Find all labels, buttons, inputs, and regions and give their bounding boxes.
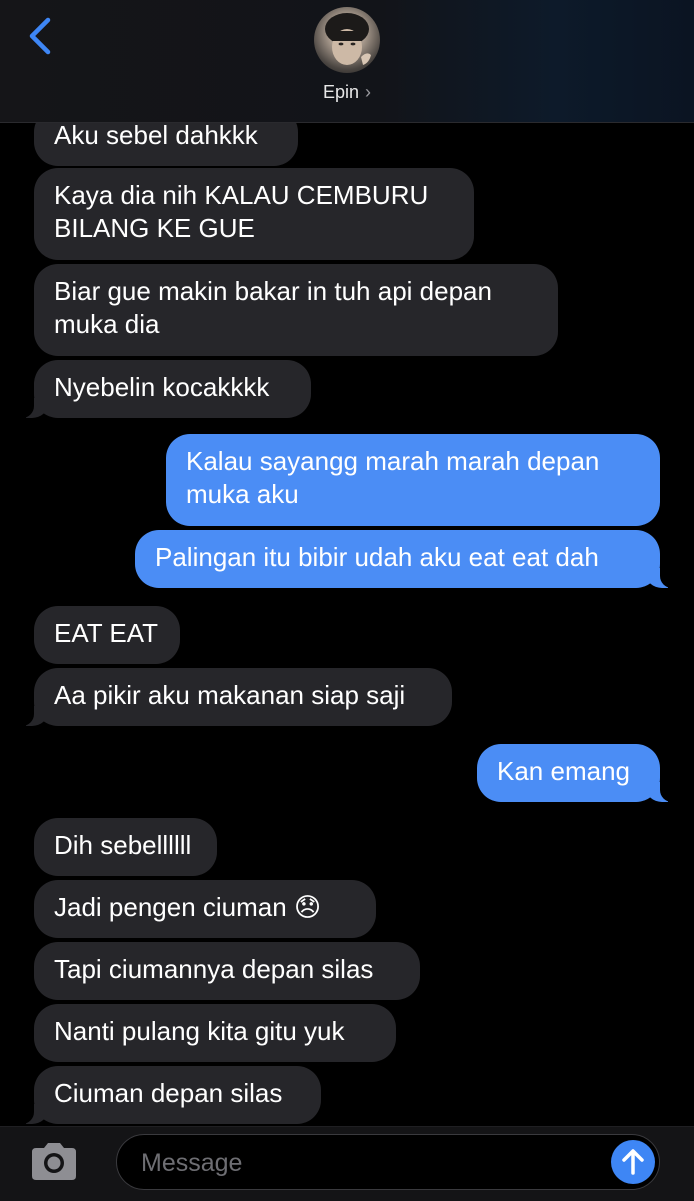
message-text: Nanti pulang kita gitu yuk xyxy=(54,1016,345,1046)
message-text: Jadi pengen ciuman 😞 xyxy=(54,892,322,922)
message-incoming[interactable]: Tapi ciumannya depan silas xyxy=(34,942,420,1000)
message-outgoing[interactable]: Palingan itu bibir udah aku eat eat dah xyxy=(135,530,682,588)
message-incoming[interactable]: Dih sebellllll xyxy=(34,818,217,876)
message-incoming[interactable]: Aa pikir aku makanan siap saji xyxy=(12,668,452,726)
avatar-photo xyxy=(325,13,371,65)
message-text: Aa pikir aku makanan siap saji xyxy=(54,680,406,710)
message-text: Dih sebellllll xyxy=(54,830,192,860)
send-button[interactable] xyxy=(611,1140,655,1184)
camera-button[interactable] xyxy=(28,1140,80,1182)
message-incoming[interactable]: Kaya dia nih KALAU CEMBURU BILANG KE GUE xyxy=(34,168,474,260)
message-text: Kan emang xyxy=(497,756,630,786)
message-text: EAT EAT xyxy=(54,618,159,648)
contact-name-button[interactable]: Epin › xyxy=(0,82,694,103)
chevron-right-icon: › xyxy=(365,82,372,102)
contact-name: Epin xyxy=(322,82,360,102)
message-incoming[interactable]: EAT EAT xyxy=(34,606,180,664)
message-incoming[interactable]: Jadi pengen ciuman 😞 xyxy=(34,880,376,938)
message-incoming[interactable]: Nanti pulang kita gitu yuk xyxy=(34,1004,396,1062)
arrow-up-icon xyxy=(622,1149,644,1175)
chevron-left-icon xyxy=(29,17,51,55)
message-incoming[interactable]: Nyebelin kocakkkk xyxy=(12,360,311,418)
message-input[interactable] xyxy=(139,1145,583,1181)
message-text: Palingan itu bibir udah aku eat eat dah xyxy=(155,542,599,572)
message-outgoing[interactable]: Kan emang xyxy=(477,744,682,802)
message-text: Kaya dia nih KALAU CEMBURU BILANG KE GUE xyxy=(54,180,429,243)
message-text: Kalau sayangg marah marah depan muka aku xyxy=(186,446,600,509)
avatar[interactable] xyxy=(314,7,380,73)
back-button[interactable] xyxy=(22,12,62,56)
camera-icon xyxy=(32,1143,76,1180)
message-text: Tapi ciumannya depan silas xyxy=(54,954,374,984)
message-field[interactable] xyxy=(116,1134,660,1190)
message-text: Biar gue makin bakar in tuh api depan mu… xyxy=(54,276,492,339)
message-outgoing[interactable]: Kalau sayangg marah marah depan muka aku xyxy=(166,434,660,526)
message-incoming[interactable]: Biar gue makin bakar in tuh api depan mu… xyxy=(34,264,558,356)
message-text: Ciuman depan silas xyxy=(54,1078,283,1108)
message-text: Nyebelin kocakkkk xyxy=(54,372,270,402)
message-incoming[interactable]: Ciuman depan silas xyxy=(12,1066,321,1124)
conversation-header: Epin › xyxy=(0,0,694,123)
message-thread[interactable]: Aku sebel dahkkk Kaya dia nih KALAU CEMB… xyxy=(0,0,694,1126)
message-text: Aku sebel dahkkk xyxy=(54,120,258,150)
